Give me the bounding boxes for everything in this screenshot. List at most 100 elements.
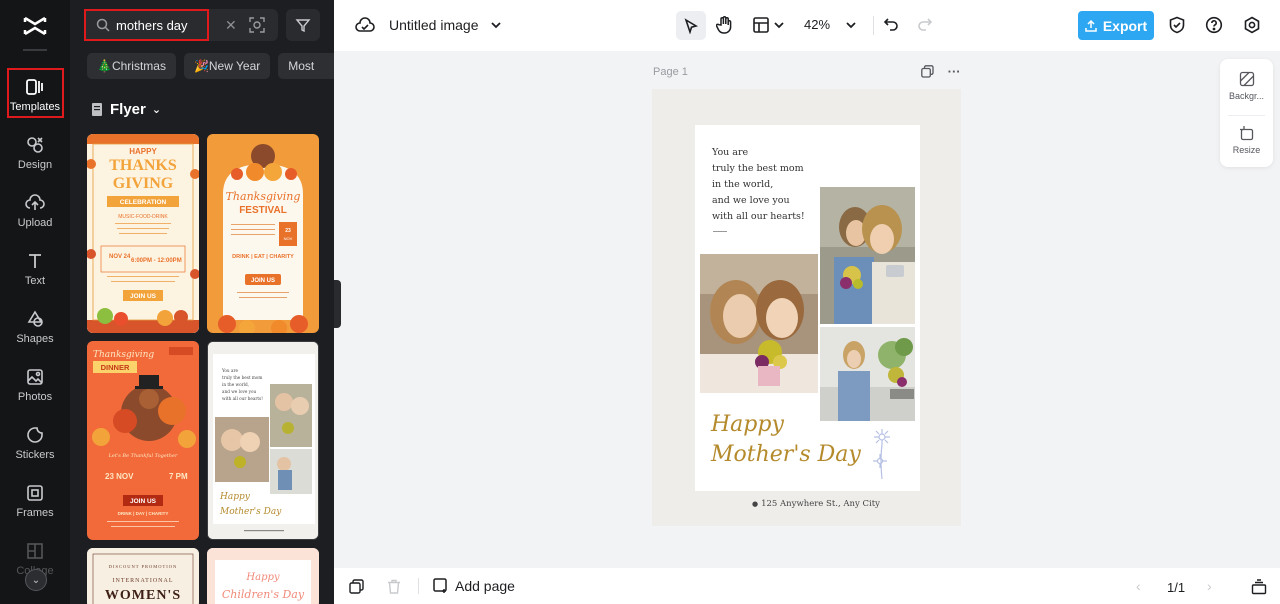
export-button[interactable]: Export	[1078, 11, 1154, 40]
flyer-address[interactable]: ● 125 Anywhere St., Any City	[752, 499, 880, 509]
svg-text:23: 23	[285, 228, 291, 234]
highlight-box	[84, 9, 209, 41]
photo-art	[820, 327, 915, 421]
page-counter: 1/1	[1167, 580, 1186, 595]
prev-page-icon[interactable]: ‹	[1136, 578, 1141, 594]
thumb-text: Happy	[245, 572, 279, 583]
chip-christmas[interactable]: 🎄Christmas	[87, 53, 176, 79]
rail-label: Upload	[17, 217, 53, 229]
thumb-text: HAPPY	[129, 147, 157, 156]
text-icon	[29, 254, 41, 268]
resize-label: Resize	[1232, 145, 1261, 155]
search-box[interactable]: ✕	[84, 9, 278, 41]
rail-text[interactable]: Text	[0, 242, 70, 296]
template-thumbnail[interactable]: Happy Children's Day	[207, 548, 319, 604]
photo-mother-gift[interactable]	[820, 327, 915, 421]
thumb-text: INTERNATIONAL	[113, 578, 174, 584]
rail-photos[interactable]: Photos	[0, 358, 70, 412]
thumb-text: Thanksgiving	[226, 190, 301, 203]
chip-most[interactable]: Most	[278, 53, 334, 79]
top-bar: Untitled image 42% Export	[334, 0, 1280, 51]
flyer-dropdown[interactable]: Flyer ⌄	[92, 101, 161, 118]
thumb-text: Happy	[219, 492, 251, 502]
pages-panel-icon[interactable]	[1251, 579, 1267, 595]
photos-icon	[27, 369, 43, 385]
select-tool-button[interactable]	[676, 11, 706, 40]
thumb-text: and we love you	[222, 389, 257, 394]
clear-icon[interactable]: ✕	[225, 17, 237, 34]
rail-stickers[interactable]: Stickers	[0, 416, 70, 470]
thumb-text: 6:00PM - 12:00PM	[131, 258, 182, 264]
chevron-down-icon[interactable]	[490, 19, 502, 31]
chip-new-year[interactable]: 🎉New Year	[183, 53, 271, 79]
thumb-text: You are	[221, 368, 238, 373]
layout-icon[interactable]	[752, 16, 770, 34]
collapse-icon[interactable]: ⌄	[25, 569, 47, 591]
photo-mother-daughter-1[interactable]	[820, 187, 915, 324]
rail-label: Shapes	[16, 333, 54, 345]
flyer-heading[interactable]: Happy Mother's Day	[711, 410, 861, 470]
design-icon	[27, 137, 43, 153]
photo-mother-daughter-2[interactable]	[700, 254, 818, 393]
template-art: HAPPY THANKS GIVING CELEBRATION MUSIC-FO…	[87, 134, 199, 333]
bottom-bar: Add page ‹ 1/1 ›	[334, 568, 1280, 604]
duplicate-icon[interactable]	[349, 579, 364, 594]
undo-icon[interactable]	[883, 16, 899, 32]
rail-frames[interactable]: Frames	[0, 474, 70, 528]
hand-icon[interactable]	[716, 15, 734, 35]
redo-icon[interactable]	[917, 16, 933, 32]
rail-label: Frames	[16, 507, 54, 519]
panel-collapse-handle[interactable]	[334, 280, 341, 328]
logo-divider	[23, 49, 47, 51]
rail-templates[interactable]: Templates	[0, 68, 70, 122]
upload-icon	[25, 194, 45, 210]
add-page-button[interactable]: Add page	[433, 578, 515, 594]
thumb-text: JOIN US	[130, 498, 157, 505]
document-title[interactable]: Untitled image	[389, 17, 479, 33]
thumb-text: Children's Day	[222, 588, 305, 601]
duplicate-page-icon[interactable]	[921, 65, 934, 78]
thumb-text: CELEBRATION	[120, 199, 167, 206]
template-thumbnail[interactable]: DISCOUNT PROMOTION INTERNATIONAL WOMEN'S	[87, 548, 199, 604]
resize-tool[interactable]: Resize	[1220, 125, 1273, 155]
next-page-icon[interactable]: ›	[1207, 578, 1212, 594]
thumb-text: Thanksgiving	[93, 350, 154, 360]
background-tool[interactable]: Backgr...	[1220, 71, 1273, 101]
thumb-text: JOIN US	[251, 278, 275, 284]
thumb-text: DRINK | EAT | CHARITY	[232, 254, 294, 260]
shield-icon[interactable]	[1168, 16, 1186, 34]
thumb-text: Mother's Day	[219, 507, 282, 517]
background-icon	[1239, 71, 1254, 87]
rail-design[interactable]: Design	[0, 126, 70, 180]
flyer-message[interactable]: You are truly the best mom in the world,…	[712, 145, 805, 225]
rail-label: Design	[17, 159, 53, 171]
add-page-label: Add page	[455, 578, 515, 594]
template-thumbnail-selected[interactable]: You are truly the best mom in the world,…	[207, 341, 319, 540]
trash-icon[interactable]	[387, 579, 401, 594]
help-icon[interactable]	[1205, 16, 1223, 34]
chevron-down-icon: ⌄	[151, 104, 162, 116]
heading-line-2: Mother's Day	[711, 442, 861, 467]
zoom-level[interactable]: 42%	[804, 17, 830, 32]
filter-button[interactable]	[286, 9, 320, 41]
collage-icon	[27, 543, 43, 559]
rail-upload[interactable]: Upload	[0, 184, 70, 238]
heading-line-1: Happy	[711, 412, 784, 437]
template-thumbnail[interactable]: Thanksgiving FESTIVAL 23 NOV DRINK | EAT…	[207, 134, 319, 333]
template-thumbnail[interactable]: Thanksgiving DINNER Let's Be Thankful To…	[87, 341, 199, 540]
chevron-down-icon[interactable]	[774, 20, 784, 30]
rpanel-divider	[1228, 115, 1265, 116]
thumb-text: NOV 24	[109, 254, 131, 260]
settings-icon[interactable]	[1243, 16, 1261, 34]
template-thumbnail[interactable]: HAPPY THANKS GIVING CELEBRATION MUSIC-FO…	[87, 134, 199, 333]
flower-decoration-icon	[873, 429, 890, 480]
filter-icon	[295, 19, 311, 33]
shapes-icon	[27, 310, 43, 327]
more-options-icon[interactable]: ···	[948, 64, 961, 79]
chevron-down-icon[interactable]	[845, 19, 857, 31]
capcut-logo-icon[interactable]	[21, 12, 49, 40]
image-search-icon[interactable]	[249, 17, 265, 33]
cloud-icon[interactable]	[355, 16, 375, 34]
rail-shapes[interactable]: Shapes	[0, 300, 70, 354]
upload-icon	[1085, 19, 1097, 32]
